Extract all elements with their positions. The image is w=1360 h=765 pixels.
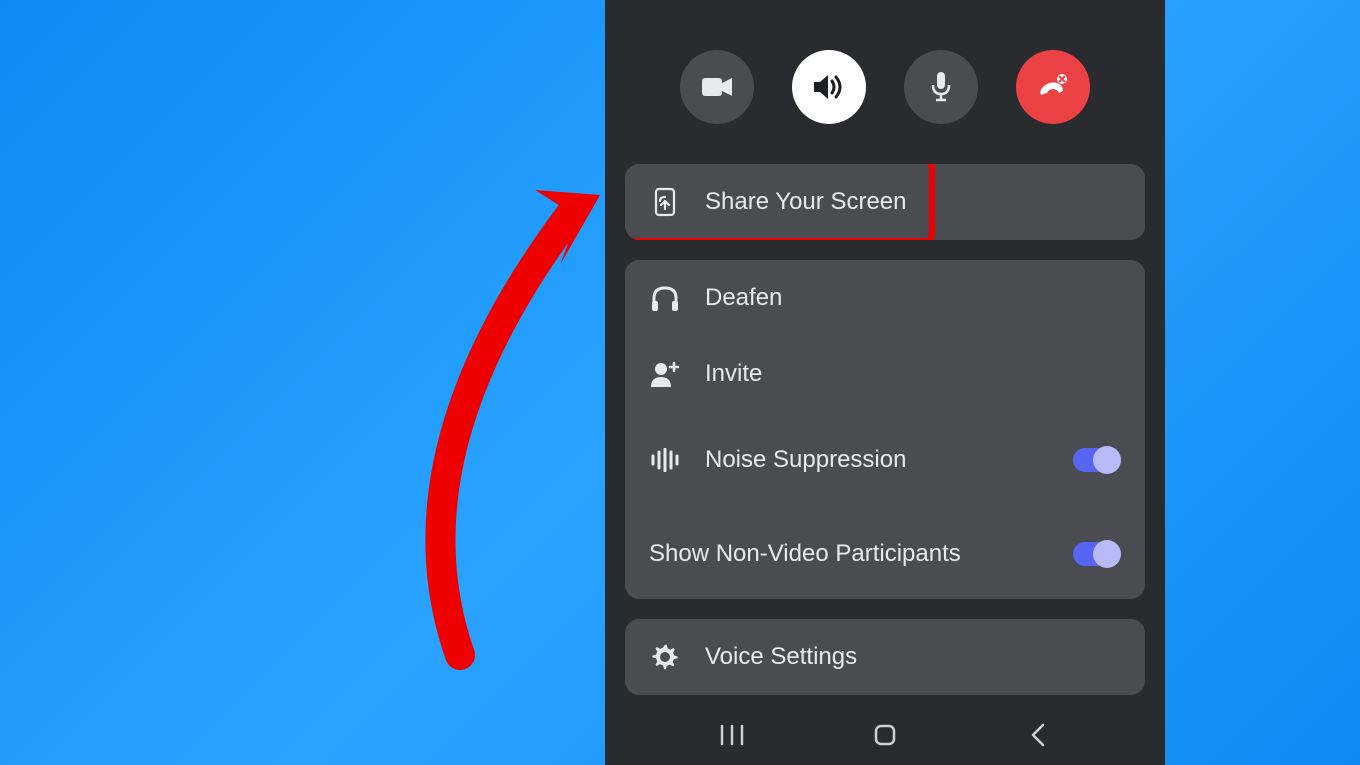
share-screen-icon xyxy=(649,186,681,218)
audio-options-panel: Deafen Invite Noise Suppression Show Non… xyxy=(625,260,1145,599)
invite-icon xyxy=(649,358,681,390)
share-screen-row[interactable]: Share Your Screen xyxy=(625,164,1145,240)
call-controls-bar xyxy=(605,0,1165,154)
voice-settings-row[interactable]: Voice Settings xyxy=(625,619,1145,695)
headphones-icon xyxy=(649,282,681,314)
nonvideo-toggle[interactable] xyxy=(1073,542,1121,566)
invite-row[interactable]: Invite xyxy=(625,336,1145,412)
hangup-icon xyxy=(1037,71,1069,103)
nonvideo-row[interactable]: Show Non-Video Participants xyxy=(625,508,1145,599)
noise-label: Noise Suppression xyxy=(705,446,1049,474)
recents-button[interactable] xyxy=(702,715,762,755)
deafen-label: Deafen xyxy=(705,284,1121,312)
phone-screen: Share Your Screen Deafen Invite Noise Su… xyxy=(605,0,1165,765)
back-button[interactable] xyxy=(1008,715,1068,755)
speaker-icon xyxy=(813,71,845,103)
noise-suppression-row[interactable]: Noise Suppression xyxy=(625,412,1145,508)
share-screen-label: Share Your Screen xyxy=(705,188,1121,216)
invite-label: Invite xyxy=(705,360,1121,388)
voice-settings-label: Voice Settings xyxy=(705,643,1121,671)
hangup-button[interactable] xyxy=(1016,50,1090,124)
noise-toggle[interactable] xyxy=(1073,448,1121,472)
home-button[interactable] xyxy=(855,715,915,755)
android-nav-bar xyxy=(605,705,1165,765)
speaker-button[interactable] xyxy=(792,50,866,124)
deafen-row[interactable]: Deafen xyxy=(625,260,1145,336)
camera-icon xyxy=(701,71,733,103)
video-button[interactable] xyxy=(680,50,754,124)
gear-icon xyxy=(649,641,681,673)
soundwave-icon xyxy=(649,444,681,476)
voice-settings-panel: Voice Settings xyxy=(625,619,1145,695)
share-screen-panel: Share Your Screen xyxy=(625,164,1145,240)
mic-button[interactable] xyxy=(904,50,978,124)
nonvideo-label: Show Non-Video Participants xyxy=(649,540,1049,568)
microphone-icon xyxy=(925,71,957,103)
